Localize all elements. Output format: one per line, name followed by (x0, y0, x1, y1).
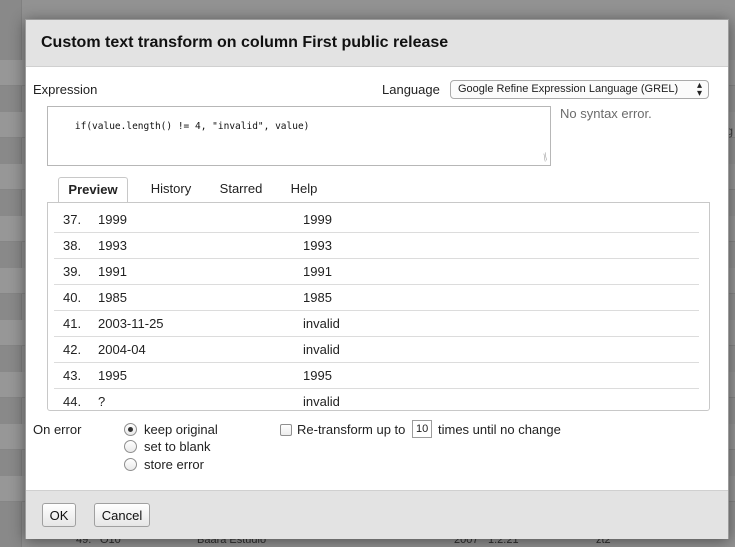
original-value: 1991 (98, 264, 127, 279)
table-row: 42. 2004-04 invalid (54, 337, 699, 363)
table-row: 40. 1985 1985 (54, 285, 699, 311)
result-value: invalid (303, 316, 340, 331)
resize-grip-icon[interactable]: ⁄⁄ (540, 152, 550, 162)
expression-text: if(value.length() != 4, "invalid", value… (74, 121, 310, 132)
result-value: 1985 (303, 290, 332, 305)
row-index: 41. (63, 316, 82, 331)
transform-dialog: Custom text transform on column First pu… (25, 19, 729, 539)
on-error-label: On error (33, 422, 82, 437)
table-row: 43. 1995 1995 (54, 363, 699, 389)
result-value: invalid (303, 394, 340, 409)
dialog-title: Custom text transform on column First pu… (26, 20, 728, 67)
radio-unchecked-icon[interactable] (124, 458, 137, 471)
radio-label: keep original (144, 422, 218, 437)
retransform-times-input[interactable]: 10 (412, 420, 432, 438)
tab-history[interactable]: History (144, 177, 198, 203)
syntax-status: No syntax error. (560, 106, 652, 121)
row-index: 42. (63, 342, 82, 357)
retransform-suffix: times until no change (438, 422, 561, 437)
table-row: 39. 1991 1991 (54, 259, 699, 285)
tab-preview[interactable]: Preview (58, 177, 128, 203)
select-arrows-icon: ▴ ▾ (696, 80, 702, 99)
table-row: 38. 1993 1993 (54, 233, 699, 259)
original-value: 1995 (98, 368, 127, 383)
original-value: 1993 (98, 238, 127, 253)
result-value: 1991 (303, 264, 332, 279)
retransform-checkbox[interactable] (280, 424, 292, 436)
tab-help[interactable]: Help (284, 177, 324, 203)
expression-input[interactable]: if(value.length() != 4, "invalid", value… (47, 106, 551, 166)
language-select[interactable]: Google Refine Expression Language (GREL)… (450, 80, 709, 99)
ok-button[interactable]: OK (42, 503, 76, 527)
row-index: 44. (63, 394, 82, 409)
tab-starred[interactable]: Starred (214, 177, 268, 203)
row-index: 43. (63, 368, 82, 383)
preview-panel[interactable]: 37. 1999 1999 38. 1993 1993 39. 1991 199… (47, 202, 710, 411)
table-row: 41. 2003-11-25 invalid (54, 311, 699, 337)
result-value: 1999 (303, 212, 332, 227)
original-value: 1999 (98, 212, 127, 227)
original-value: 2004-04 (98, 342, 146, 357)
cancel-button[interactable]: Cancel (94, 503, 150, 527)
retransform-label: Re-transform up to (297, 422, 406, 437)
row-index: 39. (63, 264, 82, 279)
row-index: 40. (63, 290, 82, 305)
table-row: 44. ? invalid (54, 389, 699, 410)
radio-label: set to blank (144, 439, 211, 454)
original-value: ? (98, 394, 106, 409)
result-value: 1993 (303, 238, 332, 253)
dialog-footer: OK Cancel (26, 490, 728, 539)
row-index: 38. (63, 238, 82, 253)
original-value: 1985 (98, 290, 127, 305)
expression-label: Expression (33, 82, 98, 97)
radio-label: store error (144, 457, 204, 472)
language-label: Language (382, 82, 440, 97)
radio-unchecked-icon[interactable] (124, 440, 137, 453)
language-select-value: Google Refine Expression Language (GREL) (458, 83, 679, 95)
result-value: 1995 (303, 368, 332, 383)
row-index: 37. (63, 212, 82, 227)
original-value: 2003-11-25 (98, 316, 164, 331)
table-row: 37. 1999 1999 (54, 207, 699, 233)
result-value: invalid (303, 342, 340, 357)
radio-checked-icon[interactable] (124, 423, 137, 436)
